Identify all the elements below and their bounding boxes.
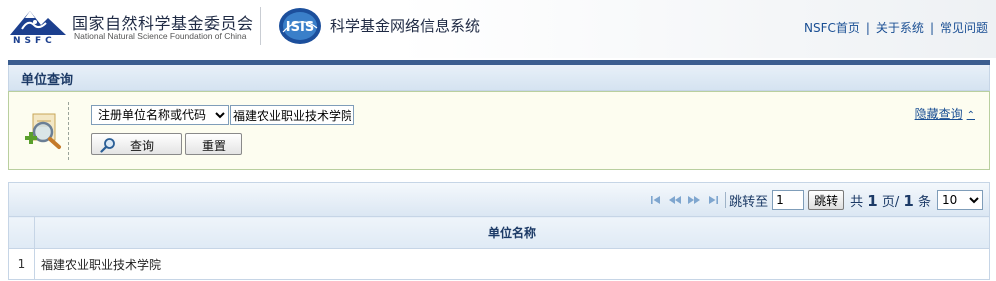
system-title: 科学基金网络信息系统 bbox=[330, 17, 481, 35]
link-about-system[interactable]: 关于系统 bbox=[876, 21, 924, 35]
total-prefix: 共 bbox=[850, 194, 864, 210]
panel-title: 单位查询 bbox=[21, 73, 74, 88]
link-nsfc-home[interactable]: NSFC首页 bbox=[804, 21, 860, 35]
jump-button[interactable]: 跳转 bbox=[808, 190, 845, 210]
table-row[interactable]: 1 福建农业职业技术学院 bbox=[8, 248, 990, 280]
total-pages: 1 bbox=[867, 191, 878, 210]
next-page-icon[interactable] bbox=[687, 194, 701, 206]
pager-separator bbox=[725, 192, 727, 208]
header-divider bbox=[260, 7, 261, 45]
reset-button[interactable]: 重置 bbox=[185, 133, 242, 155]
top-nav-links: NSFC首页 | 关于系统 | 常见问题 bbox=[804, 19, 988, 36]
query-field-select[interactable]: 注册单位名称或代码 bbox=[91, 105, 229, 125]
jump-page-input[interactable] bbox=[772, 190, 805, 210]
search-illustration-icon bbox=[25, 113, 61, 149]
dotted-divider bbox=[68, 102, 69, 160]
first-page-icon[interactable] bbox=[649, 194, 663, 206]
link-faq[interactable]: 常见问题 bbox=[940, 21, 988, 35]
pagination: 跳转至 跳转 共 1 页/ 1 条 10 bbox=[649, 189, 983, 211]
page-total-text: 共 1 页/ 1 条 bbox=[850, 191, 931, 210]
total-items: 1 bbox=[903, 191, 914, 210]
query-button[interactable]: 查询 bbox=[91, 133, 182, 155]
index-column-header bbox=[8, 216, 35, 249]
hide-query-link[interactable]: 隐藏查询 ⌃ bbox=[915, 105, 975, 122]
items-suffix: 条 bbox=[917, 194, 931, 210]
site-header: NSFC 国家自然科学基金委员会 National Natural Scienc… bbox=[0, 0, 996, 58]
column-header-unit-name: 单位名称 bbox=[34, 216, 990, 249]
last-page-icon[interactable] bbox=[706, 194, 720, 206]
double-chevron-up-icon: ⌃ bbox=[966, 110, 975, 121]
org-name-en: National Natural Science Foundation of C… bbox=[74, 31, 247, 41]
reset-button-label: 重置 bbox=[202, 139, 227, 153]
link-separator: | bbox=[865, 21, 870, 35]
pager-bar: 跳转至 跳转 共 1 页/ 1 条 10 bbox=[8, 182, 990, 216]
prev-page-icon[interactable] bbox=[668, 194, 682, 206]
nsfc-abbr: NSFC bbox=[13, 36, 56, 46]
results-table: 单位名称 1 福建农业职业技术学院 bbox=[8, 216, 990, 280]
query-panel-header: 单位查询 bbox=[8, 65, 990, 91]
hide-query-label: 隐藏查询 bbox=[914, 107, 963, 121]
link-separator: | bbox=[929, 21, 934, 35]
row-index: 1 bbox=[8, 248, 35, 280]
query-form: 注册单位名称或代码 查询 重置 隐藏查询⌃ bbox=[8, 91, 990, 170]
query-button-label: 查询 bbox=[130, 139, 155, 153]
row-unit-name[interactable]: 福建农业职业技术学院 bbox=[34, 248, 990, 280]
table-header-row: 单位名称 bbox=[8, 216, 990, 249]
magnifier-icon bbox=[100, 138, 115, 153]
jump-label: 跳转至 bbox=[729, 194, 769, 210]
isis-logo-text: ISIS bbox=[286, 20, 314, 35]
pages-suffix: 页/ bbox=[881, 194, 900, 210]
page-size-select[interactable]: 10 bbox=[937, 190, 983, 210]
isis-logo: ISIS bbox=[279, 8, 321, 44]
query-value-input[interactable] bbox=[230, 105, 354, 125]
